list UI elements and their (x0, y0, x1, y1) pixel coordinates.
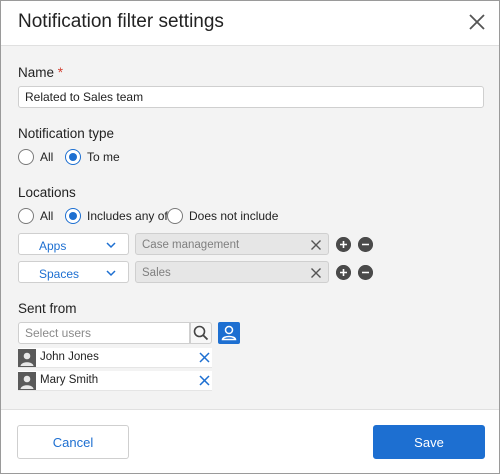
radio-indicator (167, 208, 183, 224)
minus-circle-icon[interactable] (358, 265, 373, 280)
location-value-box-apps[interactable]: Case management (135, 233, 329, 255)
chevron-down-icon (106, 270, 116, 277)
user-icon (221, 325, 237, 341)
selected-user-row: John Jones (18, 348, 212, 368)
locations-label: Locations (18, 185, 76, 200)
location-value: Case management (142, 239, 240, 251)
notification-type-label: Notification type (18, 126, 115, 141)
radio-indicator (18, 208, 34, 224)
search-icon (193, 325, 209, 341)
avatar-icon (18, 349, 36, 367)
notification-type-to-me-radio[interactable]: To me (65, 149, 120, 165)
clear-icon[interactable] (310, 267, 322, 279)
user-picker-button[interactable] (218, 322, 240, 344)
name-label-text: Name (18, 65, 55, 80)
locations-includes-radio[interactable]: Includes any of (65, 208, 168, 224)
sent-from-label: Sent from (18, 301, 77, 316)
close-icon[interactable] (467, 12, 487, 32)
clear-icon[interactable] (310, 239, 322, 251)
minus-circle-icon[interactable] (358, 237, 373, 252)
user-name: Mary Smith (40, 374, 99, 386)
select-value: Apps (39, 239, 67, 253)
dialog-footer: Cancel Save (1, 409, 499, 473)
user-name: John Jones (40, 351, 99, 363)
required-mark: * (57, 65, 64, 80)
radio-label: To me (87, 150, 120, 164)
location-value: Sales (142, 267, 171, 279)
plus-circle-icon[interactable] (336, 237, 351, 252)
save-button[interactable]: Save (373, 425, 485, 459)
notification-type-all-radio[interactable]: All (18, 149, 53, 165)
radio-label: Does not include (189, 209, 279, 223)
radio-indicator (65, 208, 81, 224)
name-input[interactable] (18, 86, 484, 108)
radio-label: All (40, 150, 54, 164)
remove-user-icon[interactable] (199, 352, 210, 363)
avatar-icon (18, 372, 36, 390)
cancel-button[interactable]: Cancel (17, 425, 129, 459)
locations-all-radio[interactable]: All (18, 208, 53, 224)
dialog-title: Notification filter settings (18, 11, 224, 32)
location-type-select-spaces[interactable]: Spaces (18, 261, 129, 283)
location-type-select-apps[interactable]: Apps (18, 233, 129, 255)
selected-user-row: Mary Smith (18, 371, 212, 391)
location-value-box-spaces[interactable]: Sales (135, 261, 329, 283)
notification-filter-dialog: Notification filter settings Name * Noti… (0, 0, 500, 474)
dialog-header: Notification filter settings (1, 1, 499, 46)
plus-circle-icon[interactable] (336, 265, 351, 280)
user-search-input[interactable] (18, 322, 190, 344)
radio-label: Includes any of (87, 209, 168, 223)
locations-excludes-radio[interactable]: Does not include (167, 208, 278, 224)
radio-indicator (18, 149, 34, 165)
select-value: Spaces (39, 267, 80, 281)
remove-user-icon[interactable] (199, 375, 210, 386)
chevron-down-icon (106, 242, 116, 249)
name-label: Name * (18, 65, 63, 80)
radio-indicator (65, 149, 81, 165)
radio-label: All (40, 209, 54, 223)
search-button[interactable] (190, 322, 212, 344)
